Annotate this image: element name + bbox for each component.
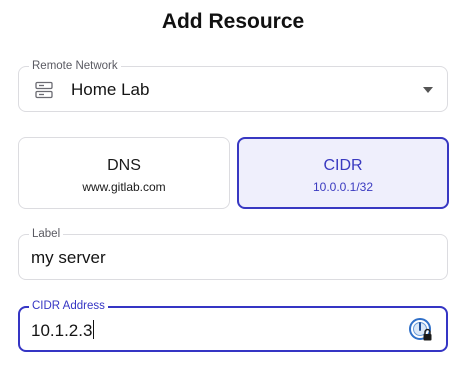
remote-network-value: Home Lab [71,80,150,99]
cidr-address-input[interactable]: CIDR Address 10.1.2.3 [18,299,448,352]
label-input[interactable]: Label my server [18,227,448,280]
cidr-address-value-wrap: 10.1.2.3 [31,320,95,341]
label-field-value: my server [31,248,106,267]
chevron-down-icon[interactable] [423,87,433,93]
resource-type-cidr-option[interactable]: CIDR 10.0.0.1/32 [237,137,449,209]
page-title: Add Resource [161,10,305,33]
cidr-option-title: CIDR [323,157,363,174]
password-manager-lock-icon[interactable] [408,317,434,343]
text-cursor [93,320,95,339]
cidr-address-value: 10.1.2.3 [31,321,93,340]
resource-type-dns-option[interactable]: DNS www.gitlab.com [18,137,230,209]
dns-option-title: DNS [107,157,141,174]
label-field-label: Label [29,227,64,241]
remote-network-label: Remote Network [29,59,121,73]
dns-option-example: www.gitlab.com [82,180,166,194]
cidr-option-example: 10.0.0.1/32 [312,180,374,194]
server-icon [35,81,53,99]
remote-network-select[interactable]: Remote Network Home Lab [18,59,448,112]
cidr-address-label: CIDR Address [29,299,108,313]
